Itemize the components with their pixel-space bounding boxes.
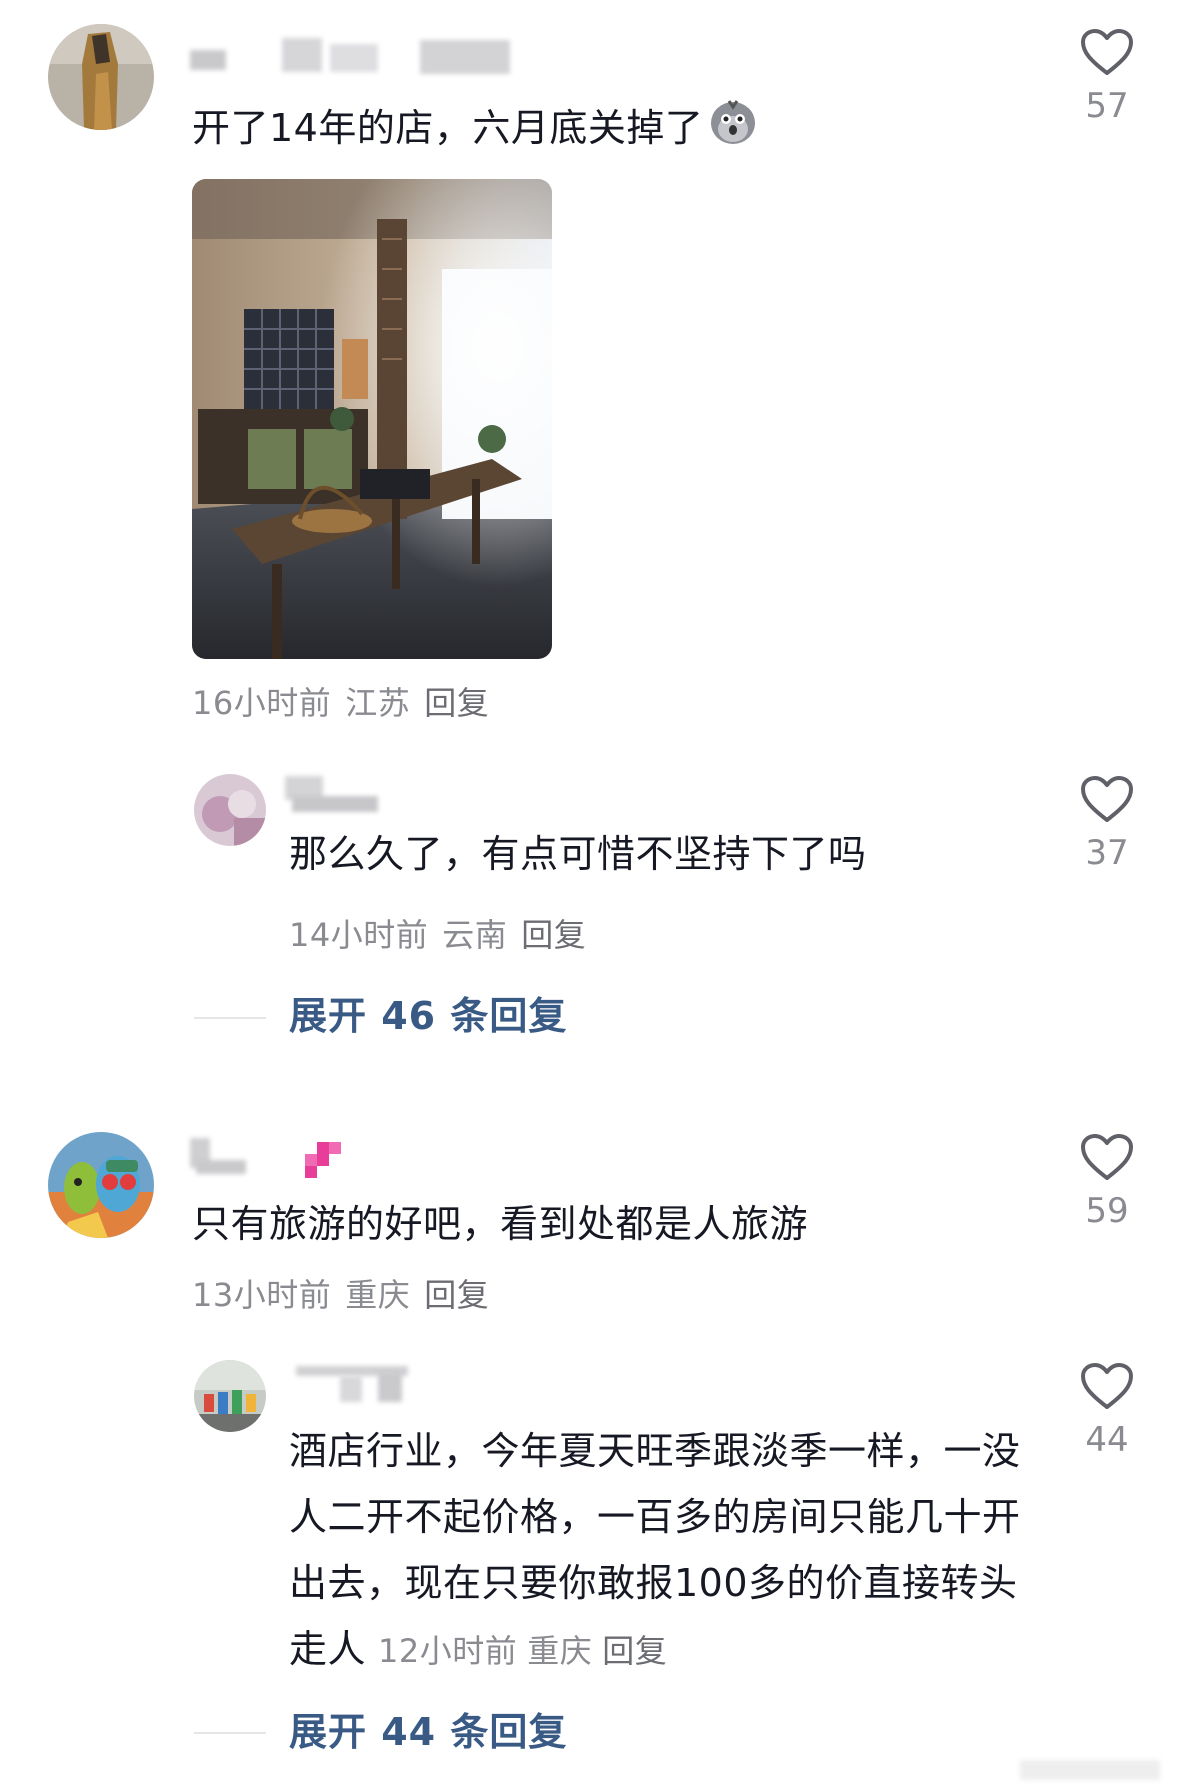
watermark [1020,1760,1160,1780]
reply-meta: 14小时前 云南 回复 [289,915,600,955]
like-count: 57 [1085,86,1129,126]
replier-avatar[interactable] [194,774,266,846]
expand-divider [194,1017,266,1019]
comment-location: 江苏 [345,684,411,722]
username-blurred-block [292,796,378,812]
username-blurred-block [282,38,322,72]
expand-replies-button[interactable]: 展开 44 条回复 [289,1710,567,1754]
like-count: 59 [1085,1191,1129,1231]
reply-time: 14小时前 [289,916,429,954]
reply-time: 12小时前 [378,1632,518,1670]
commenter-avatar[interactable] [48,1132,154,1238]
comment-text: 只有旅游的好吧，看到处都是人旅游 [192,1202,809,1246]
comment-text: 开了14年的店，六月底关掉了 [192,95,759,156]
reply-button[interactable]: 回复 [424,684,489,722]
reply-text: 那么久了，有点可惜不坚持下了吗 [289,832,867,876]
reply-meta: 12小时前 重庆 回复 [378,1632,677,1670]
reply-button[interactable]: 回复 [424,1276,489,1314]
like-button[interactable]: 57 [1057,28,1157,126]
username-blurred-block [420,40,510,74]
username-blurred-block [196,1160,246,1174]
comment-time: 16小时前 [192,684,332,722]
expand-divider [194,1732,266,1734]
comment-meta: 16小时前 江苏 回复 [192,683,503,723]
comment-meta: 13小时前 重庆 回复 [192,1275,503,1315]
hushed-bird-emoji-icon [707,95,759,156]
reply-location: 云南 [442,916,508,954]
replier-avatar[interactable] [194,1360,266,1432]
heart-icon[interactable] [1080,28,1134,76]
username-blurred[interactable] [190,50,226,70]
username-blurred-block [378,1372,402,1402]
username-blurred-block [340,1376,362,1402]
commenter-avatar[interactable] [48,24,154,130]
like-count: 44 [1085,1420,1129,1460]
reply-button[interactable]: 回复 [521,916,586,954]
heart-icon[interactable] [1080,775,1134,823]
heart-icon[interactable] [1080,1133,1134,1181]
comment-location: 重庆 [345,1276,411,1314]
expand-replies-button[interactable]: 展开 46 条回复 [289,994,567,1038]
username-blurred-block [330,44,378,72]
like-button[interactable]: 59 [1057,1133,1157,1231]
comment-photo[interactable] [192,179,552,659]
pink-badge-icon [305,1142,341,1178]
like-count: 37 [1085,833,1129,873]
reply-text: 酒店行业，今年夏天旺季跟淡季一样，一没人二开不起价格，一百多的房间只能几十开出去… [289,1418,1029,1684]
comment-text-body: 开了14年的店，六月底关掉了 [192,106,704,150]
reply-location: 重庆 [527,1632,593,1670]
like-button[interactable]: 44 [1057,1362,1157,1460]
comment-time: 13小时前 [192,1276,332,1314]
like-button[interactable]: 37 [1057,775,1157,873]
reply-button[interactable]: 回复 [602,1632,667,1670]
heart-icon[interactable] [1080,1362,1134,1410]
